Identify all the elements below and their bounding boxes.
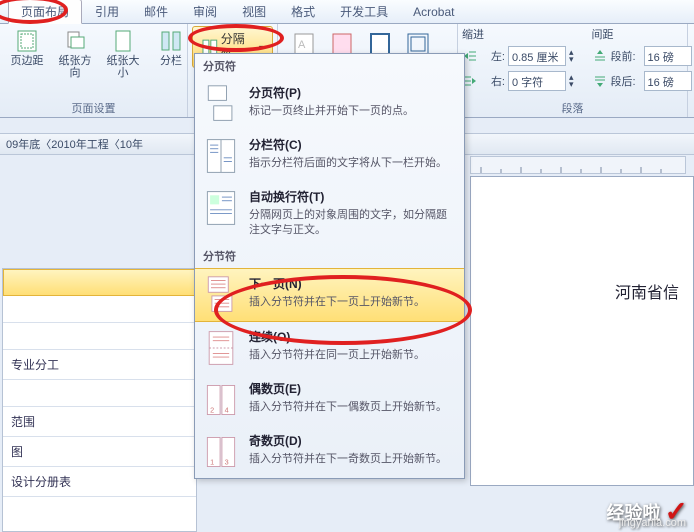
even-page-icon: 24: [203, 380, 239, 420]
text-wrap-icon: [203, 188, 239, 228]
watermark-url: jingyanla.com: [619, 517, 686, 529]
spinner-icon[interactable]: ▴▾: [569, 74, 574, 88]
svg-text:3: 3: [225, 458, 229, 467]
next-page-icon: [203, 275, 239, 315]
horizontal-ruler[interactable]: [470, 156, 686, 174]
item-next-page[interactable]: 下一页(N)插入分节符并在下一页上开始新节。: [195, 268, 464, 322]
page-break-icon: [203, 84, 239, 124]
side-item[interactable]: [3, 380, 196, 407]
breadcrumb-text: 09年底〈2010年工程〈10年: [6, 136, 143, 152]
indent-right-label: 右:: [481, 73, 505, 89]
spacing-header: 间距: [592, 26, 692, 42]
size-button[interactable]: 纸张大小: [100, 26, 146, 82]
watermark: 经验啦 ✓ jingyanla.com: [607, 495, 688, 528]
continuous-icon: [203, 328, 239, 368]
side-item[interactable]: [3, 296, 196, 323]
tab-acrobat[interactable]: Acrobat: [401, 2, 466, 22]
tab-page-layout[interactable]: 页面布局: [8, 0, 82, 24]
side-item[interactable]: [3, 323, 196, 350]
spinner-icon[interactable]: ▴▾: [569, 49, 574, 63]
item-continuous[interactable]: 连续(O)插入分节符并在同一页上开始新节。: [195, 322, 464, 374]
indent-left-label: 左:: [481, 48, 505, 64]
document-heading: 河南省信: [615, 279, 679, 303]
svg-text:A: A: [298, 39, 306, 51]
indent-right-input[interactable]: 0 字符: [508, 71, 566, 91]
ribbon-tabs: 页面布局 引用 邮件 审阅 视图 格式 开发工具 Acrobat: [0, 0, 694, 24]
tab-mailings[interactable]: 邮件: [132, 0, 180, 23]
document-canvas[interactable]: 河南省信: [470, 176, 694, 486]
item-even-page[interactable]: 24 偶数页(E)插入分节符并在下一偶数页上开始新节。: [195, 374, 464, 426]
side-item[interactable]: 专业分工: [3, 350, 196, 380]
tab-references[interactable]: 引用: [83, 0, 131, 23]
item-odd-page[interactable]: 13 奇数页(D)插入分节符并在下一奇数页上开始新节。: [195, 426, 464, 478]
chevron-down-icon: ▾: [259, 43, 263, 52]
spacing-after-icon: [592, 73, 608, 89]
page-setup-label: 页面设置: [0, 100, 187, 116]
indent-left-input[interactable]: 0.85 厘米: [508, 46, 566, 66]
svg-text:4: 4: [225, 406, 229, 415]
tab-view[interactable]: 视图: [230, 0, 278, 23]
paragraph-label: 段落: [458, 100, 687, 116]
indent-header: 缩进: [462, 26, 574, 42]
columns-icon: [159, 29, 183, 53]
dropdown-section-section-breaks: 分节符: [195, 244, 464, 268]
spacing-after-input[interactable]: 16 磅: [644, 71, 692, 91]
tab-format[interactable]: 格式: [279, 0, 327, 23]
spacing-before-input[interactable]: 16 磅: [644, 46, 692, 66]
side-item[interactable]: 图: [3, 437, 196, 467]
svg-text:1: 1: [210, 458, 214, 467]
margins-icon: [15, 29, 39, 53]
column-break-icon: [203, 136, 239, 176]
breaks-dropdown: 分页符 分页符(P)标记一页终止并开始下一页的点。 分栏符(C)指示分栏符后面的…: [194, 53, 465, 479]
item-column-break[interactable]: 分栏符(C)指示分栏符后面的文字将从下一栏开始。: [195, 130, 464, 182]
size-icon: [111, 29, 135, 53]
item-page-break[interactable]: 分页符(P)标记一页终止并开始下一页的点。: [195, 78, 464, 130]
spacing-before-label: 段前:: [611, 48, 641, 64]
orientation-icon: [63, 29, 87, 53]
side-item[interactable]: [3, 269, 196, 296]
margins-button[interactable]: 页边距: [4, 26, 50, 82]
side-item[interactable]: 设计分册表: [3, 467, 196, 497]
spacing-before-icon: [592, 48, 608, 64]
tab-developer[interactable]: 开发工具: [328, 0, 400, 23]
side-item[interactable]: 范围: [3, 407, 196, 437]
item-text-wrapping-break[interactable]: 自动换行符(T)分隔网页上的对象周围的文字，如分隔题注文字与正文。: [195, 182, 464, 244]
navigation-pane: 专业分工 范围 图 设计分册表: [2, 268, 197, 532]
tab-review[interactable]: 审阅: [181, 0, 229, 23]
dropdown-section-page-breaks: 分页符: [195, 54, 464, 78]
svg-text:2: 2: [210, 406, 214, 415]
odd-page-icon: 13: [203, 432, 239, 472]
orientation-button[interactable]: 纸张方向: [52, 26, 98, 82]
spacing-after-label: 段后:: [611, 73, 641, 89]
